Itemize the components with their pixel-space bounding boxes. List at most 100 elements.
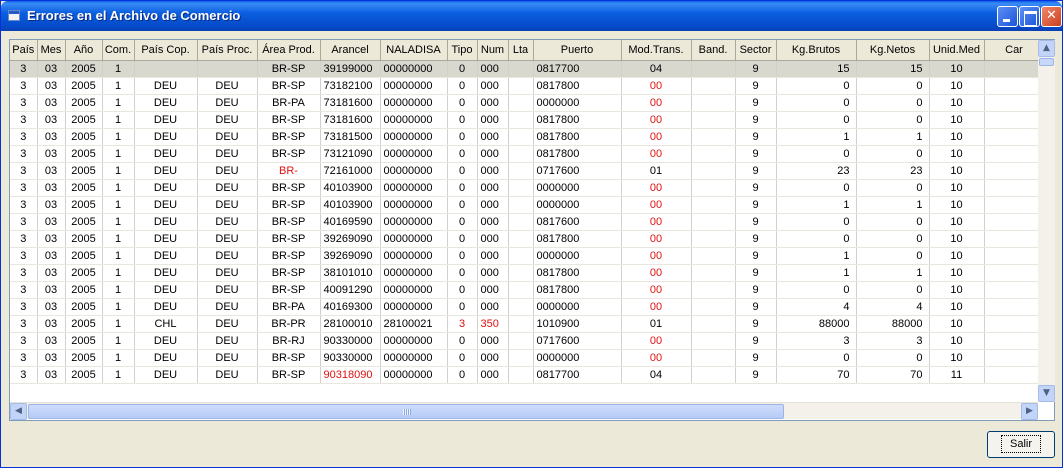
table-cell[interactable]: 0 xyxy=(776,281,857,300)
table-cell[interactable]: 11 xyxy=(929,366,985,385)
table-cell[interactable]: 1 xyxy=(102,366,135,385)
table-cell[interactable]: 10 xyxy=(929,315,985,334)
table-cell[interactable]: 10 xyxy=(929,179,985,197)
table-cell[interactable]: 1 xyxy=(856,196,930,214)
table-cell[interactable]: 0 xyxy=(856,247,930,266)
table-cell[interactable]: 0 xyxy=(856,94,930,112)
table-row[interactable]: 3 03 2005 1 DEU DEU BR-SP 90318090 00000000 0 000 0… xyxy=(10,366,1045,385)
table-cell[interactable]: 0817800 xyxy=(533,281,622,300)
table-cell[interactable]: 000 xyxy=(477,196,509,214)
table-cell[interactable]: 1 xyxy=(102,349,135,368)
table-cell[interactable]: 03 xyxy=(37,179,66,197)
table-cell[interactable]: 9 xyxy=(735,366,777,385)
table-row[interactable]: 3 03 2005 1 BR-SP 39199000 00000000 0 000 0817700… xyxy=(10,60,1045,78)
vertical-scroll-thumb[interactable] xyxy=(1039,58,1054,66)
errors-grid[interactable]: País Mes Año Com. País Cop. País Proc. Área Pr… xyxy=(9,39,1055,421)
table-cell[interactable]: DEU xyxy=(134,179,198,197)
table-cell[interactable]: 2005 xyxy=(65,247,103,266)
table-cell[interactable] xyxy=(984,162,1045,180)
table-cell[interactable] xyxy=(984,332,1045,351)
table-cell[interactable]: 0 xyxy=(856,111,930,129)
table-cell[interactable]: 2005 xyxy=(65,298,103,317)
table-cell[interactable]: 00 xyxy=(621,196,692,214)
table-cell[interactable]: 000 xyxy=(477,94,509,112)
table-cell[interactable]: 00000000 xyxy=(380,162,448,180)
table-cell[interactable]: DEU xyxy=(134,247,198,266)
table-cell[interactable]: 73181600 xyxy=(320,94,381,112)
table-cell[interactable]: 00 xyxy=(621,145,692,163)
table-cell[interactable]: 70 xyxy=(856,366,930,385)
table-cell[interactable] xyxy=(984,213,1045,231)
table-cell[interactable]: 2005 xyxy=(65,332,103,351)
table-cell[interactable] xyxy=(691,315,736,334)
table-cell[interactable]: DEU xyxy=(134,111,198,129)
table-cell[interactable]: 9 xyxy=(735,179,777,197)
column-header[interactable]: Mes xyxy=(37,40,66,61)
table-cell[interactable] xyxy=(691,298,736,317)
table-cell[interactable]: 03 xyxy=(37,281,66,300)
column-header[interactable]: Arancel xyxy=(320,40,381,61)
table-cell[interactable]: 0 xyxy=(856,145,930,163)
table-cell[interactable]: DEU xyxy=(134,128,198,146)
table-cell[interactable]: 00000000 xyxy=(380,281,448,300)
table-row[interactable]: 3 03 2005 1 DEU DEU BR-SP 38101010 00000000 0 000 0… xyxy=(10,264,1045,283)
column-header[interactable]: Band. xyxy=(691,40,736,61)
table-cell[interactable]: 03 xyxy=(37,128,66,146)
table-cell[interactable]: 000 xyxy=(477,298,509,317)
table-cell[interactable]: BR- xyxy=(257,162,321,180)
column-header[interactable]: Puerto xyxy=(533,40,622,61)
table-row[interactable]: 3 03 2005 1 DEU DEU BR-PA 73181600 00000000 0 000 0… xyxy=(10,94,1045,112)
table-cell[interactable]: 0 xyxy=(447,281,478,300)
table-cell[interactable]: BR-SP xyxy=(257,213,321,231)
table-cell[interactable]: 00000000 xyxy=(380,230,448,249)
table-cell[interactable]: 0000000 xyxy=(533,179,622,197)
table-cell[interactable]: 0 xyxy=(776,77,857,95)
table-cell[interactable]: 0 xyxy=(856,349,930,368)
table-cell[interactable]: DEU xyxy=(197,366,258,385)
table-cell[interactable]: 00000000 xyxy=(380,332,448,351)
table-cell[interactable]: 000 xyxy=(477,128,509,146)
table-cell[interactable]: 0817700 xyxy=(533,60,622,78)
table-cell[interactable]: 9 xyxy=(735,77,777,95)
table-cell[interactable]: 00 xyxy=(621,77,692,95)
table-cell[interactable]: 01 xyxy=(621,315,692,334)
column-header[interactable]: Com. xyxy=(102,40,135,61)
table-cell[interactable]: 03 xyxy=(37,315,66,334)
table-cell[interactable]: 73121090 xyxy=(320,145,381,163)
table-cell[interactable]: 2005 xyxy=(65,77,103,95)
table-cell[interactable]: 03 xyxy=(37,366,66,385)
table-cell[interactable]: 10 xyxy=(929,264,985,283)
table-cell[interactable]: 10 xyxy=(929,145,985,163)
table-cell[interactable] xyxy=(691,366,736,385)
table-cell[interactable]: 2005 xyxy=(65,145,103,163)
table-cell[interactable]: 0000000 xyxy=(533,349,622,368)
table-cell[interactable]: DEU xyxy=(197,128,258,146)
table-cell[interactable]: 9 xyxy=(735,247,777,266)
table-cell[interactable]: 23 xyxy=(776,162,857,180)
table-cell[interactable]: 3 xyxy=(10,247,38,266)
table-cell[interactable] xyxy=(691,60,736,78)
table-cell[interactable] xyxy=(508,281,534,300)
table-row[interactable]: 3 03 2005 1 DEU DEU BR-SP 40103900 00000000 0 000 0… xyxy=(10,179,1045,197)
table-cell[interactable]: 00 xyxy=(621,281,692,300)
table-cell[interactable]: 9 xyxy=(735,213,777,231)
scroll-left-icon[interactable]: ◀ xyxy=(10,403,27,420)
table-cell[interactable]: 2005 xyxy=(65,264,103,283)
table-cell[interactable] xyxy=(508,332,534,351)
table-cell[interactable]: 000 xyxy=(477,264,509,283)
table-cell[interactable] xyxy=(691,213,736,231)
table-cell[interactable]: DEU xyxy=(134,264,198,283)
table-cell[interactable] xyxy=(508,111,534,129)
table-cell[interactable] xyxy=(984,366,1045,385)
table-cell[interactable] xyxy=(508,77,534,95)
table-cell[interactable]: 10 xyxy=(929,281,985,300)
table-cell[interactable]: 2005 xyxy=(65,162,103,180)
table-cell[interactable]: 90330000 xyxy=(320,332,381,351)
table-cell[interactable]: 03 xyxy=(37,162,66,180)
table-cell[interactable]: 9 xyxy=(735,349,777,368)
table-cell[interactable]: 0817700 xyxy=(533,366,622,385)
table-cell[interactable]: 000 xyxy=(477,349,509,368)
table-cell[interactable]: 9 xyxy=(735,60,777,78)
table-row[interactable]: 3 03 2005 1 DEU DEU BR-SP 40091290 00000000 0 000 0… xyxy=(10,281,1045,300)
table-cell[interactable]: 00000000 xyxy=(380,94,448,112)
